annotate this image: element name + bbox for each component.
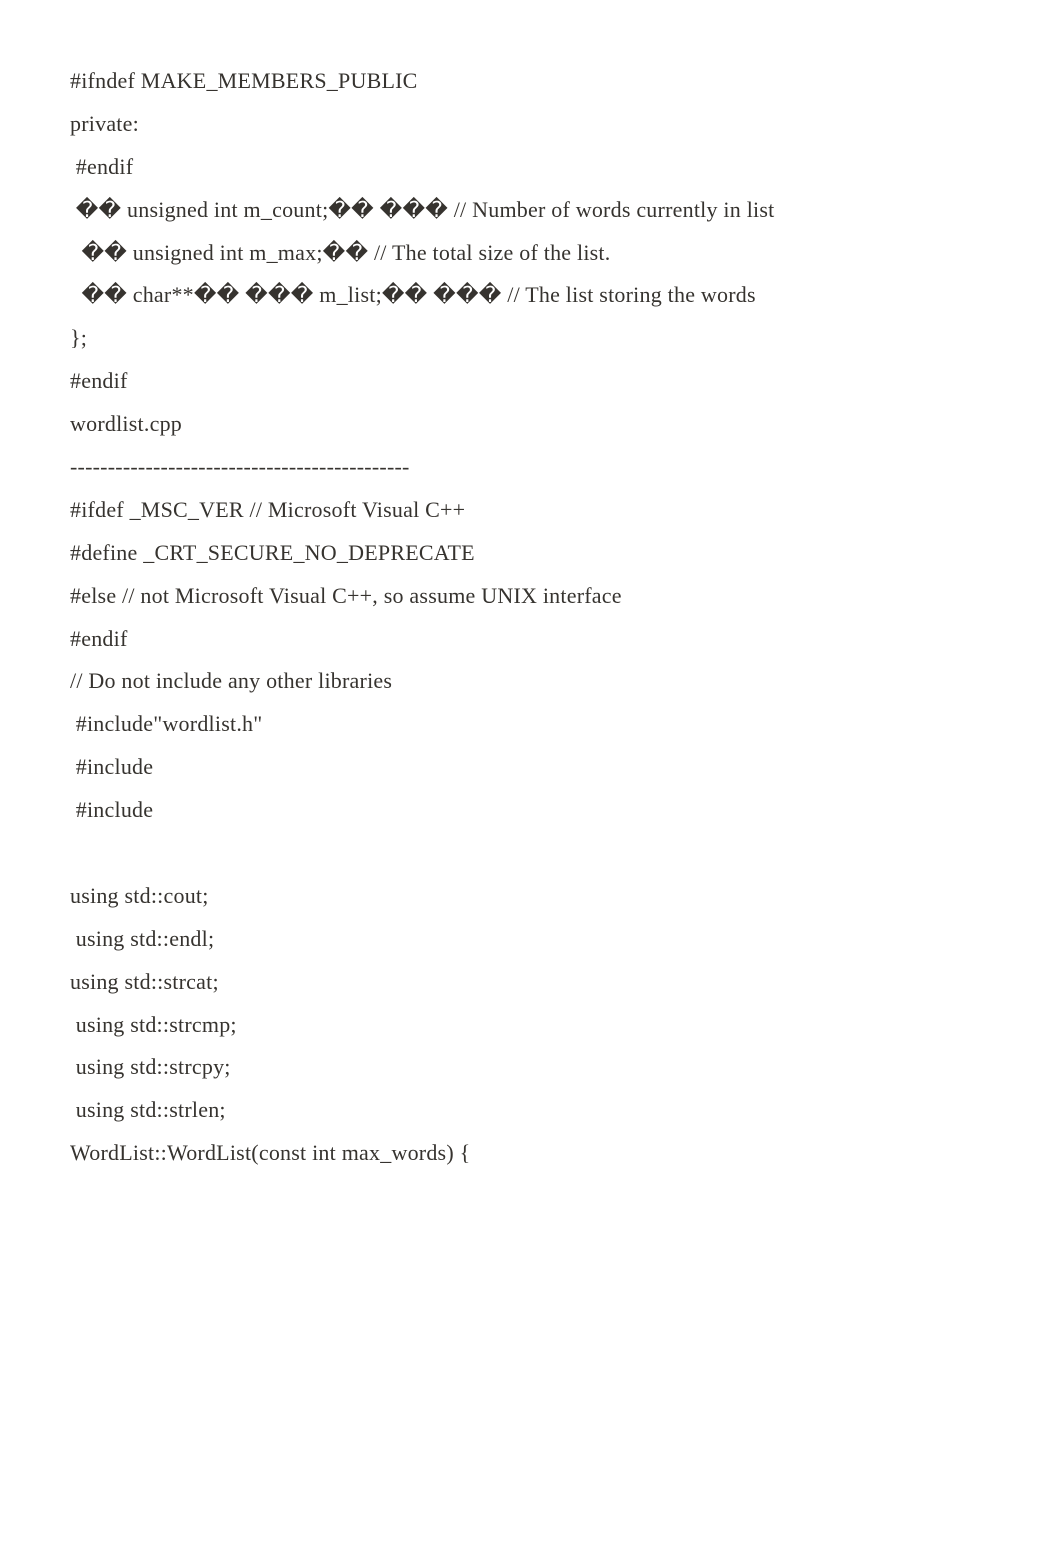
code-line: wordlist.cpp xyxy=(70,403,992,446)
code-line: #endif xyxy=(70,618,992,661)
code-line: �� char**�� ��� m_list;�� ��� // The lis… xyxy=(70,274,992,317)
code-line: }; xyxy=(70,317,992,360)
code-line: #endif xyxy=(70,360,992,403)
code-line: // Do not include any other libraries xyxy=(70,660,992,703)
code-line: �� unsigned int m_max;�� // The total si… xyxy=(70,232,992,275)
code-line: #include xyxy=(70,746,992,789)
code-line: #include"wordlist.h" xyxy=(70,703,992,746)
code-line: ----------------------------------------… xyxy=(70,446,992,489)
code-document: #ifndef MAKE_MEMBERS_PUBLICprivate: #end… xyxy=(70,60,992,1175)
code-line: using std::strcpy; xyxy=(70,1046,992,1089)
code-line: using std::strcmp; xyxy=(70,1004,992,1047)
code-line: #endif xyxy=(70,146,992,189)
code-line: WordList::WordList(const int max_words) … xyxy=(70,1132,992,1175)
code-line: #else // not Microsoft Visual C++, so as… xyxy=(70,575,992,618)
code-line: #ifndef MAKE_MEMBERS_PUBLIC xyxy=(70,60,992,103)
code-line xyxy=(70,832,992,875)
code-line: using std::strcat; xyxy=(70,961,992,1004)
code-line: using std::strlen; xyxy=(70,1089,992,1132)
code-line: using std::endl; xyxy=(70,918,992,961)
code-line: using std::cout; xyxy=(70,875,992,918)
code-line: #include xyxy=(70,789,992,832)
code-line: �� unsigned int m_count;�� ��� // Number… xyxy=(70,189,992,232)
code-line: private: xyxy=(70,103,992,146)
code-line: #define _CRT_SECURE_NO_DEPRECATE xyxy=(70,532,992,575)
code-line: #ifdef _MSC_VER // Microsoft Visual C++ xyxy=(70,489,992,532)
